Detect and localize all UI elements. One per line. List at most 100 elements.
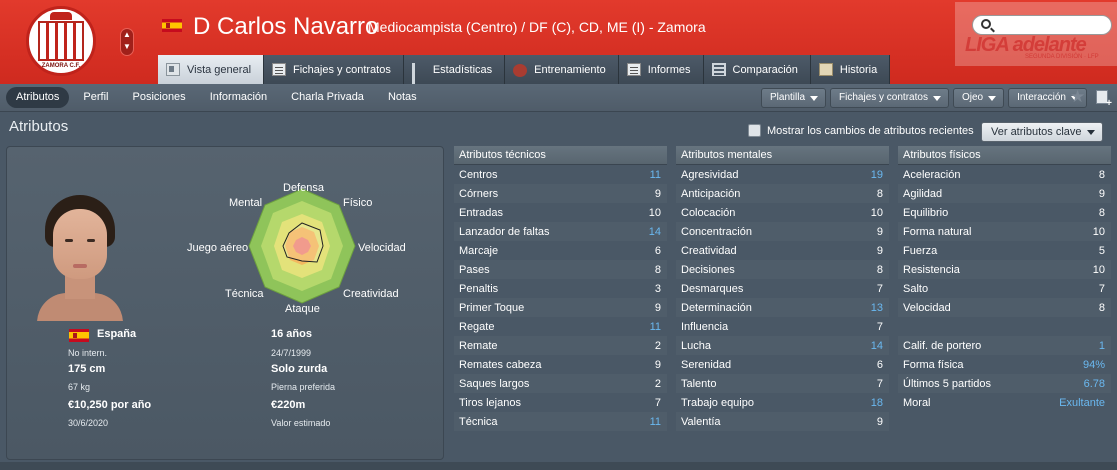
- subnav-informacion[interactable]: Información: [200, 87, 277, 108]
- player-header: ZAMORA C.F. ▲ ▼ D Carlos Navarro Mediocam…: [0, 0, 1117, 90]
- contract-end: 30/6/2020: [68, 418, 109, 428]
- player-position: Mediocampista (Centro) / DF (C), CD, ME …: [368, 19, 706, 35]
- attribute-row[interactable]: Entradas 10: [454, 203, 667, 222]
- attribute-name: Valentía: [681, 415, 721, 428]
- subnav-charla-privada[interactable]: Charla Privada: [281, 87, 374, 108]
- attribute-value: 3: [654, 282, 661, 295]
- subnav-perfil[interactable]: Perfil: [73, 87, 118, 108]
- attribute-name: Velocidad: [903, 301, 951, 314]
- attribute-row[interactable]: Centros 11: [454, 165, 667, 184]
- attribute-name: Influencia: [681, 320, 729, 333]
- attribute-row[interactable]: Influencia 7: [676, 317, 889, 336]
- attribute-value: 14: [648, 225, 661, 238]
- attribute-row[interactable]: Agilidad 9: [898, 184, 1111, 203]
- attribute-row[interactable]: Marcaje 6: [454, 241, 667, 260]
- attribute-row[interactable]: Anticipación 8: [676, 184, 889, 203]
- attribute-row[interactable]: Lucha 14: [676, 336, 889, 355]
- ball-icon: [513, 64, 528, 77]
- attribute-value: 8: [1098, 301, 1105, 314]
- attribute-row[interactable]: Creatividad 9: [676, 241, 889, 260]
- attribute-name: Lanzador de faltas: [459, 225, 550, 238]
- search-input[interactable]: [972, 15, 1112, 35]
- attribute-row[interactable]: Moral Exultante: [898, 393, 1111, 412]
- attribute-value: 11: [649, 320, 661, 333]
- attribute-row[interactable]: Regate 11: [454, 317, 667, 336]
- attribute-row[interactable]: Trabajo equipo 18: [676, 393, 889, 412]
- attribute-value: 6: [654, 244, 661, 257]
- physical-header: Atributos físicos: [898, 146, 1111, 165]
- attribute-value: 2: [654, 377, 661, 390]
- player-nav-stepper[interactable]: ▲ ▼: [120, 28, 134, 56]
- attribute-row[interactable]: Lanzador de faltas 14: [454, 222, 667, 241]
- attribute-name: Talento: [681, 377, 717, 390]
- attribute-row[interactable]: Salto 7: [898, 279, 1111, 298]
- attribute-row[interactable]: Colocación 10: [676, 203, 889, 222]
- ojeo-dropdown[interactable]: Ojeo: [952, 88, 1005, 108]
- attribute-row[interactable]: Remates cabeza 9: [454, 355, 667, 374]
- club-badge-icon[interactable]: ZAMORA C.F.: [26, 6, 96, 76]
- star-icon[interactable]: ★: [1070, 87, 1085, 107]
- attribute-value: 8: [876, 187, 883, 200]
- tab-estadisticas[interactable]: Estadísticas: [403, 55, 506, 90]
- attribute-row[interactable]: Pases 8: [454, 260, 667, 279]
- attribute-row[interactable]: Talento 7: [676, 374, 889, 393]
- attribute-row[interactable]: Determinación 13: [676, 298, 889, 317]
- key-attributes-button[interactable]: Ver atributos clave: [981, 122, 1103, 142]
- attribute-value: 2: [654, 339, 661, 352]
- attribute-row[interactable]: Técnica 11: [454, 412, 667, 431]
- tab-comparacion[interactable]: Comparación: [703, 55, 811, 84]
- attribute-row[interactable]: Calif. de portero 1: [898, 336, 1111, 355]
- attribute-row[interactable]: Forma natural 10: [898, 222, 1111, 241]
- attribute-row[interactable]: Valentía 9: [676, 412, 889, 431]
- tab-historia[interactable]: Historia: [810, 55, 891, 84]
- subnav-notas[interactable]: Notas: [378, 87, 427, 108]
- attribute-name: Serenidad: [681, 358, 732, 371]
- nationality-flag-icon: [69, 329, 89, 342]
- attribute-name: Técnica: [459, 415, 498, 428]
- add-note-icon[interactable]: [1096, 90, 1112, 109]
- show-changes-label: Mostrar los cambios de atributos recient…: [767, 124, 974, 137]
- tab-informes[interactable]: Informes: [618, 55, 704, 84]
- attribute-name: Centros: [459, 168, 498, 181]
- attribute-row[interactable]: Córners 9: [454, 184, 667, 203]
- fichajes-dropdown[interactable]: Fichajes y contratos: [830, 88, 949, 108]
- attribute-row[interactable]: Tiros lejanos 7: [454, 393, 667, 412]
- attribute-row[interactable]: Fuerza 5: [898, 241, 1111, 260]
- show-changes-toggle[interactable]: Mostrar los cambios de atributos recient…: [748, 124, 974, 137]
- subnav-atributos[interactable]: Atributos: [6, 87, 70, 108]
- search-icon: [981, 19, 991, 29]
- attribute-row[interactable]: Desmarques 7: [676, 279, 889, 298]
- subnav-posiciones[interactable]: Posiciones: [122, 87, 195, 108]
- attribute-row[interactable]: Primer Toque 9: [454, 298, 667, 317]
- plantilla-dropdown[interactable]: Plantilla: [760, 88, 827, 108]
- attribute-name: Agresividad: [681, 168, 739, 181]
- bottom-strip: [0, 462, 1117, 470]
- show-changes-checkbox[interactable]: [748, 124, 761, 137]
- tab-vista-general[interactable]: Vista general: [158, 55, 265, 84]
- attribute-row[interactable]: Concentración 9: [676, 222, 889, 241]
- attribute-row[interactable]: Remate 2: [454, 336, 667, 355]
- attribute-row[interactable]: Equilibrio 8: [898, 203, 1111, 222]
- attribute-row[interactable]: Aceleración 8: [898, 165, 1111, 184]
- attribute-row[interactable]: Serenidad 6: [676, 355, 889, 374]
- attribute-row[interactable]: Últimos 5 partidos 6.78: [898, 374, 1111, 393]
- tab-entrenamiento[interactable]: Entrenamiento: [505, 55, 619, 84]
- attribute-value: 7: [654, 396, 661, 409]
- attribute-value: 9: [876, 244, 883, 257]
- attribute-row[interactable]: Saques largos 2: [454, 374, 667, 393]
- attribute-row[interactable]: Forma física 94%: [898, 355, 1111, 374]
- attribute-row[interactable]: Velocidad 8: [898, 298, 1111, 317]
- attribute-value: 8: [1098, 206, 1105, 219]
- attribute-value: 7: [1098, 282, 1105, 295]
- attribute-row[interactable]: Penaltis 3: [454, 279, 667, 298]
- attribute-value: 11: [649, 168, 661, 181]
- attribute-value: 8: [654, 263, 661, 276]
- attribute-row[interactable]: Agresividad 19: [676, 165, 889, 184]
- tab-fichajes[interactable]: Fichajes y contratos: [264, 55, 404, 84]
- attribute-name: Pases: [459, 263, 490, 276]
- attribute-name: Remates cabeza: [459, 358, 542, 371]
- attribute-row[interactable]: Resistencia 10: [898, 260, 1111, 279]
- attribute-row[interactable]: Decisiones 8: [676, 260, 889, 279]
- attribute-value: 7: [876, 282, 883, 295]
- attribute-value: 8: [1098, 168, 1105, 181]
